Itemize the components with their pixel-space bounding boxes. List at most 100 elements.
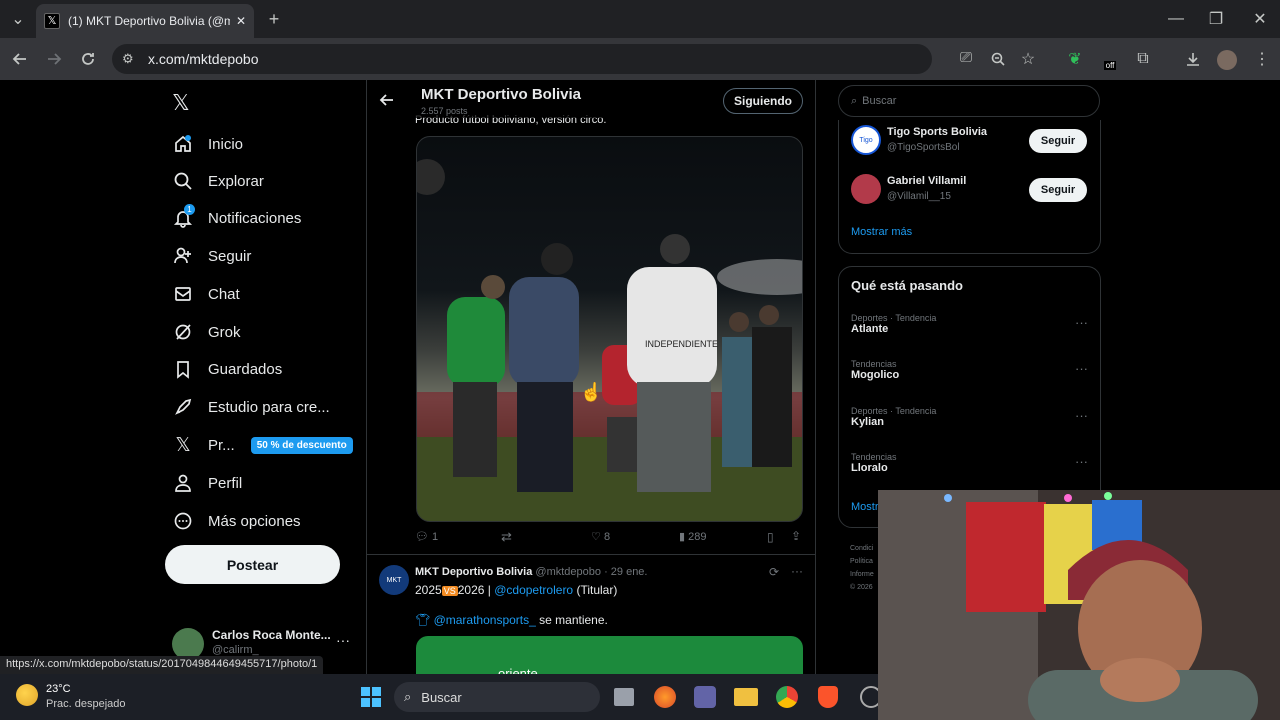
retweet-icon[interactable]: ⇄ [501,529,512,545]
hand-cursor-icon: ☝ [580,382,603,402]
teams-icon[interactable] [694,686,716,708]
rocket-icon [172,396,194,418]
download-icon[interactable] [1179,45,1207,73]
sidebar-item-estudio[interactable]: Estudio para cre... [172,389,330,425]
following-button[interactable]: Siguiendo [723,88,803,114]
x-premium-icon: 𝕏 [175,434,191,456]
brave-icon[interactable] [818,686,838,708]
back-icon[interactable] [6,45,34,73]
url-text: x.com/mktdepobo [148,51,259,67]
x-home-logo-icon[interactable]: 𝕏 [172,90,190,116]
sidebar-item-mas-opciones[interactable]: Más opciones [172,503,301,539]
card-text: oriente [498,666,538,674]
install-app-icon[interactable]: ⎚ [960,49,972,66]
trend-more-icon[interactable]: ··· [1075,361,1088,376]
sidebar-item-perfil[interactable]: Perfil [172,465,242,501]
account-handle: @calirm_ [212,644,259,656]
extension-leaf-icon[interactable]: ❦ [1061,45,1089,73]
sidebar-item-label: Guardados [208,360,283,378]
views-button[interactable]: ▮ 289 [679,530,706,543]
trend-item[interactable]: Deportes · Tendencia Atlante [851,313,936,335]
reply-button[interactable]: 💬︎ 1 [415,530,438,543]
forward-icon[interactable] [40,45,68,73]
sidebar-item-grok[interactable]: Grok [172,314,241,350]
who-to-follow-card: Tigo Tigo Sports Bolivia @TigoSportsBol … [838,120,1101,254]
account-name: Carlos Roca Monte... [212,628,331,642]
mention-link[interactable]: @marathonsports_ [434,613,536,627]
tweet-image-card[interactable]: oriente [416,636,803,674]
share-icon[interactable]: ⇪ [791,529,801,543]
trend-item[interactable]: Deportes · Tendencia Kylian [851,406,936,428]
zoom-icon[interactable] [984,45,1012,73]
menu-kebab-icon[interactable]: ⋮ [1248,45,1276,73]
add-user-icon [172,245,194,267]
suggestion-handle: @TigoSportsBol [887,142,960,153]
sidebar-item-explorar[interactable]: Explorar [172,163,264,199]
avatar[interactable]: MKT [379,565,409,595]
back-arrow-icon[interactable] [379,92,395,113]
tweet-date[interactable]: · 29 ene. [604,566,647,578]
tweet-photo[interactable]: INDEPENDIENTE [416,136,803,522]
weather-desc[interactable]: Prac. despejado [46,698,126,710]
trend-more-icon[interactable]: ··· [1075,315,1088,330]
sidebar-item-premium[interactable]: 𝕏 Pr... 50 % de descuento [172,427,353,463]
bookmark-star-icon[interactable]: ☆ [1014,45,1042,73]
show-more-link[interactable]: Mostrar más [851,226,912,238]
bookmark-tweet-icon[interactable]: ▯ [767,530,774,544]
weather-temp[interactable]: 23°C [46,683,71,695]
author-handle[interactable]: @mktdepobo [535,566,601,578]
site-info-icon[interactable]: ⚙ [122,51,134,67]
trends-card: Qué está pasando Deportes · Tendencia At… [838,266,1101,528]
trend-more-icon[interactable]: ··· [1075,408,1088,423]
maximize-button[interactable]: ❐ [1202,5,1230,33]
tweet-more-icon[interactable]: ··· [791,564,803,578]
grok-explain-icon[interactable]: ⟳ [769,565,779,579]
follow-button[interactable]: Seguir [1029,178,1087,202]
follow-button[interactable]: Seguir [1029,129,1087,153]
suggestion-name[interactable]: Gabriel Villamil [887,175,966,187]
close-window-button[interactable]: ✕ [1246,5,1274,33]
sidebar-item-guardados[interactable]: Guardados [172,351,282,387]
task-view-icon[interactable] [614,688,634,706]
search-input[interactable]: ⌕ Buscar [838,85,1100,117]
minimize-button[interactable]: — [1162,5,1190,33]
reload-icon[interactable] [74,45,102,73]
post-button[interactable]: Postear [165,545,340,584]
trend-item[interactable]: Tendencias Lloralo [851,452,897,474]
new-tab-button[interactable]: + [260,5,288,33]
extensions-puzzle-icon[interactable]: ⧉ [1129,45,1157,73]
tweet-text-line1: 2025 VS 2026 | @cdopetrolero (Titular) [415,583,618,597]
profile-avatar[interactable] [1217,50,1237,70]
sidebar-item-seguir[interactable]: Seguir [172,238,251,274]
mention-link[interactable]: @cdopetrolero [494,583,573,597]
sidebar-item-label: Grok [208,323,241,341]
weather-icon[interactable] [16,684,38,706]
show-more-link[interactable]: Mostr [851,501,879,513]
account-more-icon[interactable]: ··· [336,632,350,648]
suggestion-name[interactable]: Tigo Sports Bolivia [887,126,987,138]
taskbar-search[interactable]: ⌕ Buscar [394,682,600,712]
sidebar-item-chat[interactable]: Chat [172,276,240,312]
like-button[interactable]: ♡ 8 [591,530,610,543]
start-windows-icon[interactable] [360,686,382,713]
browser-tab[interactable]: 𝕏 (1) MKT Deportivo Bolivia (@mk ✕ [36,4,254,38]
chrome-icon[interactable] [776,686,798,708]
file-explorer-icon[interactable] [734,688,758,706]
sidebar-item-label: Perfil [208,474,243,492]
premium-discount-badge: 50 % de descuento [250,436,353,454]
address-bar[interactable]: ⚙ x.com/mktdepobo ⎚ [112,44,972,74]
sidebar-item-inicio[interactable]: Inicio [172,126,243,162]
avatar[interactable]: Tigo [851,125,881,155]
tab-close-icon[interactable]: ✕ [236,14,246,28]
avatar[interactable] [851,174,881,204]
author-name[interactable]: MKT Deportivo Bolivia [415,566,532,578]
tab-search-icon[interactable]: ⌄ [4,5,32,33]
trend-more-icon[interactable]: ··· [1075,454,1088,469]
firefox-icon[interactable] [654,686,676,708]
trend-item[interactable]: Tendencias Mogolico [851,359,899,381]
search-icon [172,170,194,192]
extension-off-icon[interactable]: off [1096,45,1124,73]
sidebar-item-notificaciones[interactable]: 1 Notificaciones [172,200,301,236]
divider [367,554,815,555]
webcam-overlay [878,490,1280,720]
